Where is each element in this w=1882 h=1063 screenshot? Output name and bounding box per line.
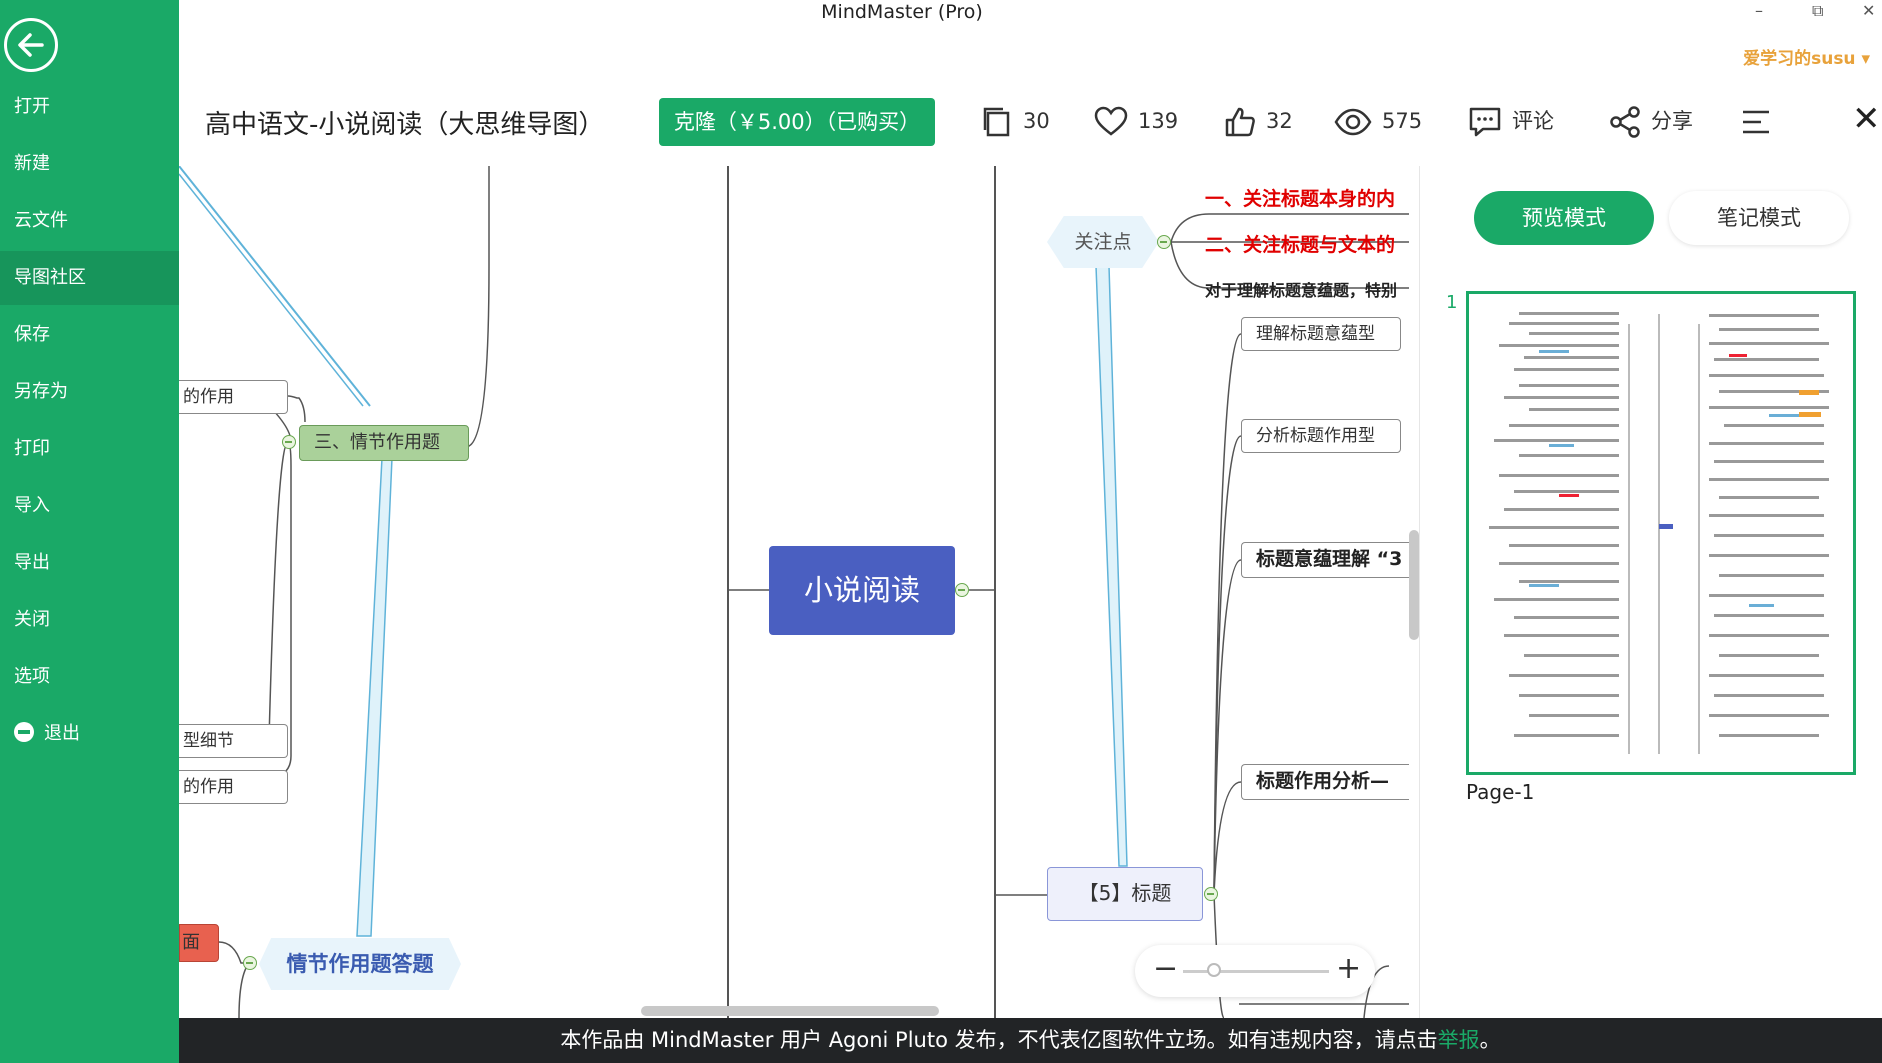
horizontal-scrollbar[interactable] [641,1006,939,1016]
document-title: 高中语文-小说阅读（大思维导图） [205,110,605,140]
divider-line [994,166,996,1018]
node-dianxing-xijie[interactable]: 型细节 [179,724,288,758]
eye-icon [1334,108,1372,136]
restore-button[interactable]: ⧉ [1812,0,1823,22]
node-qingjie-answer[interactable]: 情节作用题答题 [259,938,461,990]
page-thumbnail[interactable] [1466,291,1856,775]
minimize-button[interactable]: – [1755,0,1763,22]
collapse-toggle[interactable] [955,583,969,597]
sidebar: 打开 新建 云文件 导图社区 保存 另存为 打印 导入 导出 关闭 选项 退出 [0,0,179,1063]
sidebar-item-import[interactable]: 导入 [0,479,179,533]
sidebar-item-new[interactable]: 新建 [0,137,179,191]
sidebar-item-close[interactable]: 关闭 [0,593,179,647]
window-title: MindMaster (Pro) [821,1,983,23]
preview-mode-button[interactable]: 预览模式 [1474,191,1654,245]
note-mode-button[interactable]: 笔记模式 [1669,191,1849,245]
node-biaoti-yiyun[interactable]: 标题意蕴理解 “3 [1241,542,1409,578]
comment-icon [1469,107,1501,137]
arrow-left-icon [18,33,44,57]
node-biaoti[interactable]: 【5】标题 [1047,867,1203,921]
node-de-zuoyong[interactable]: 的作用 [179,380,288,414]
sidebar-item-save-as[interactable]: 另存为 [0,365,179,419]
collapse-toggle[interactable] [1204,887,1218,901]
user-account[interactable]: 爱学习的susu ▾ [1743,44,1870,69]
close-preview-button[interactable]: ✕ [1852,102,1881,136]
node-mian[interactable]: 面 [179,924,219,962]
views-stat[interactable]: 575 [1334,103,1422,139]
likes-stat[interactable]: 32 [1224,103,1293,139]
comment-button[interactable]: 评论 [1468,103,1554,139]
thumbs-up-icon [1225,107,1255,137]
pages-icon [983,107,1010,137]
page-label: Page-1 [1466,780,1535,804]
zoom-control: − + [1135,945,1375,997]
clone-button[interactable]: 克隆（￥5.00）（已购买） [659,98,935,146]
notice-bar: 本作品由 MindMaster 用户 Agoni Pluto 发布，不代表亿图软… [179,1018,1882,1063]
central-topic[interactable]: 小说阅读 [769,546,955,635]
node-biaoti-zuoyong[interactable]: 标题作用分析— [1241,764,1409,800]
mindmap-canvas[interactable]: 的作用 三、情节作用题 型细节 的作用 面 情节作用题答题 小说阅读 关注点 一… [179,166,1409,1018]
thumbnail-index: 1 [1446,292,1458,313]
sidebar-item-print[interactable]: 打印 [0,422,179,476]
sidebar-item-cloud-files[interactable]: 云文件 [0,194,179,248]
collapse-toggle[interactable] [1157,235,1171,249]
zoom-in-button[interactable]: + [1336,954,1361,984]
sidebar-item-export[interactable]: 导出 [0,536,179,590]
sidebar-item-options[interactable]: 选项 [0,650,179,704]
node-red-2[interactable]: 二、关注标题与文本的 [1205,230,1409,260]
node-qingjie-zuoyong[interactable]: 三、情节作用题 [299,425,469,461]
node-red-1[interactable]: 一、关注标题本身的内 [1205,184,1409,214]
node-de-zuoyong-2[interactable]: 的作用 [179,770,288,804]
sidebar-item-exit[interactable]: 退出 [0,707,179,761]
menu-icon [1743,110,1769,134]
zoom-slider-handle[interactable] [1207,963,1221,977]
thumbnail-preview [1489,312,1829,754]
collapse-toggle[interactable] [243,956,257,970]
pages-stat[interactable]: 30 [981,103,1050,139]
collapse-toggle[interactable] [282,435,296,449]
minus-circle-icon [14,722,34,742]
divider-line [727,166,729,1018]
node-fenxi-zuoyong[interactable]: 分析标题作用型 [1241,419,1401,453]
sidebar-item-save[interactable]: 保存 [0,308,179,362]
share-icon [1610,106,1640,138]
favorites-stat[interactable]: 139 [1094,103,1178,139]
zoom-out-button[interactable]: − [1153,954,1178,984]
vertical-scrollbar[interactable] [1409,530,1419,640]
report-link[interactable]: 举报 [1438,1028,1480,1052]
node-dui-lijie[interactable]: 对于理解标题意蕴题，特别 [1205,276,1409,306]
sidebar-item-open[interactable]: 打开 [0,80,179,134]
share-button[interactable]: 分享 [1609,103,1693,139]
node-guanzhu[interactable]: 关注点 [1047,216,1159,268]
sidebar-item-community[interactable]: 导图社区 [0,251,179,305]
heart-icon [1094,106,1128,136]
zoom-slider-track[interactable] [1183,970,1329,973]
menu-button[interactable] [1741,103,1781,139]
window-close-button[interactable]: ✕ [1862,0,1875,22]
node-lijie-yiyun[interactable]: 理解标题意蕴型 [1241,317,1401,351]
back-button[interactable] [4,18,58,72]
